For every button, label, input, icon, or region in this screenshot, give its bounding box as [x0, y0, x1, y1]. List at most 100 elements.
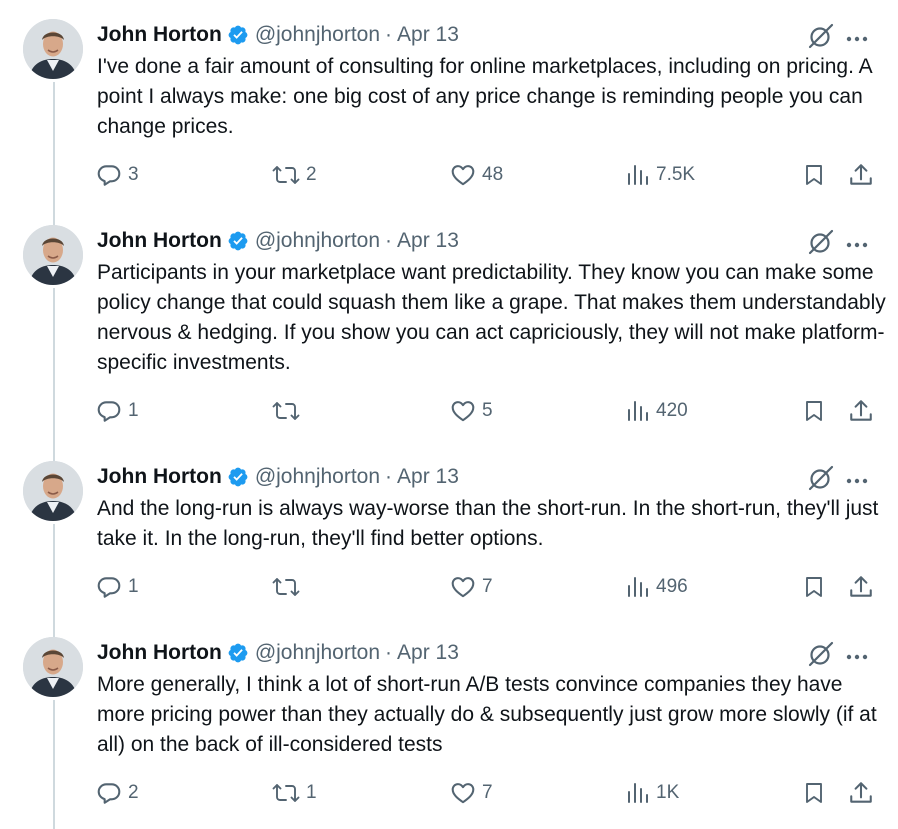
tweet-date[interactable]: Apr 13 [397, 23, 459, 47]
share-button[interactable] [848, 160, 874, 190]
views-icon [626, 163, 650, 187]
like-button[interactable]: 5 [450, 396, 493, 426]
reply-icon [96, 780, 122, 806]
verified-badge-icon [227, 230, 249, 252]
reply-button[interactable]: 2 [96, 778, 139, 808]
tweet-header: John Horton @johnjhorton · Apr 13 [97, 639, 459, 667]
author-handle[interactable]: @johnjhorton [255, 465, 380, 489]
like-icon [450, 398, 476, 424]
repost-button[interactable]: 1 [272, 778, 317, 808]
reply-count: 3 [128, 164, 139, 185]
repost-count: 1 [306, 782, 317, 803]
views-icon [626, 575, 650, 599]
share-icon [848, 162, 874, 188]
bookmark-button[interactable] [802, 396, 826, 426]
like-count: 5 [482, 400, 493, 421]
like-button[interactable]: 48 [450, 160, 503, 190]
author-name[interactable]: John Horton [97, 641, 222, 665]
tweet-text: Participants in your marketplace want pr… [97, 261, 886, 374]
grok-icon[interactable] [808, 465, 834, 496]
verified-badge-icon [227, 466, 249, 488]
bookmark-icon [802, 780, 826, 806]
tweet-header: John Horton @johnjhorton · Apr 13 [97, 21, 459, 49]
avatar[interactable] [23, 461, 83, 521]
views-icon [626, 781, 650, 805]
grok-icon[interactable] [808, 23, 834, 54]
separator-dot: · [385, 23, 393, 46]
views-count: 496 [656, 576, 688, 597]
views-count: 1K [656, 782, 680, 803]
share-button[interactable] [848, 778, 874, 808]
share-button[interactable] [848, 396, 874, 426]
thread-line [53, 288, 55, 463]
bookmark-button[interactable] [802, 160, 826, 190]
repost-button[interactable]: 2 [272, 160, 317, 190]
avatar[interactable] [23, 225, 83, 285]
thread-line [53, 82, 55, 227]
more-icon[interactable] [846, 472, 868, 490]
author-name[interactable]: John Horton [97, 23, 222, 47]
like-button[interactable]: 7 [450, 572, 493, 602]
reply-count: 2 [128, 782, 139, 803]
like-icon [450, 780, 476, 806]
tweet-date[interactable]: Apr 13 [397, 465, 459, 489]
repost-icon [272, 574, 300, 600]
like-button[interactable]: 7 [450, 778, 493, 808]
separator-dot: · [385, 465, 393, 488]
like-count: 7 [482, 576, 493, 597]
share-button[interactable] [848, 572, 874, 602]
reply-button[interactable]: 1 [96, 396, 139, 426]
grok-icon[interactable] [808, 641, 834, 672]
grok-icon[interactable] [808, 229, 834, 260]
avatar[interactable] [23, 637, 83, 697]
tweet-date[interactable]: Apr 13 [397, 641, 459, 665]
author-name[interactable]: John Horton [97, 229, 222, 253]
bookmark-icon [802, 574, 826, 600]
tweet-date[interactable]: Apr 13 [397, 229, 459, 253]
bookmark-icon [802, 398, 826, 424]
bookmark-button[interactable] [802, 778, 826, 808]
tweet-header: John Horton @johnjhorton · Apr 13 [97, 463, 459, 491]
more-icon[interactable] [846, 236, 868, 254]
bookmark-button[interactable] [802, 572, 826, 602]
reply-icon [96, 574, 122, 600]
views-button[interactable]: 496 [626, 572, 688, 602]
reply-icon [96, 398, 122, 424]
separator-dot: · [385, 229, 393, 252]
like-icon [450, 574, 476, 600]
views-button[interactable]: 7.5K [626, 160, 695, 190]
repost-count: 2 [306, 164, 317, 185]
like-icon [450, 162, 476, 188]
bookmark-icon [802, 162, 826, 188]
author-handle[interactable]: @johnjhorton [255, 641, 380, 665]
views-icon [626, 399, 650, 423]
tweet-actions: 3 2 48 7.5K [0, 160, 898, 190]
repost-button[interactable] [272, 572, 306, 602]
repost-button[interactable] [272, 396, 306, 426]
verified-badge-icon [227, 24, 249, 46]
like-count: 7 [482, 782, 493, 803]
share-icon [848, 780, 874, 806]
reply-button[interactable]: 1 [96, 572, 139, 602]
share-icon [848, 574, 874, 600]
repost-icon [272, 162, 300, 188]
repost-icon [272, 398, 300, 424]
more-icon[interactable] [846, 30, 868, 48]
thread-line [53, 700, 55, 829]
more-icon[interactable] [846, 648, 868, 666]
views-count: 420 [656, 400, 688, 421]
tweet-text: More generally, I think a lot of short-r… [97, 673, 877, 756]
tweet-text: I've done a fair amount of consulting fo… [97, 55, 872, 138]
views-count: 7.5K [656, 164, 696, 185]
author-handle[interactable]: @johnjhorton [255, 23, 380, 47]
tweet-header: John Horton @johnjhorton · Apr 13 [97, 227, 459, 255]
avatar[interactable] [23, 19, 83, 79]
author-handle[interactable]: @johnjhorton [255, 229, 380, 253]
like-count: 48 [482, 164, 504, 185]
tweet-actions: 2 1 7 1K [0, 778, 898, 808]
author-name[interactable]: John Horton [97, 465, 222, 489]
reply-button[interactable]: 3 [96, 160, 139, 190]
tweet-text: And the long-run is always way-worse tha… [97, 497, 879, 550]
views-button[interactable]: 420 [626, 396, 688, 426]
views-button[interactable]: 1K [626, 778, 679, 808]
